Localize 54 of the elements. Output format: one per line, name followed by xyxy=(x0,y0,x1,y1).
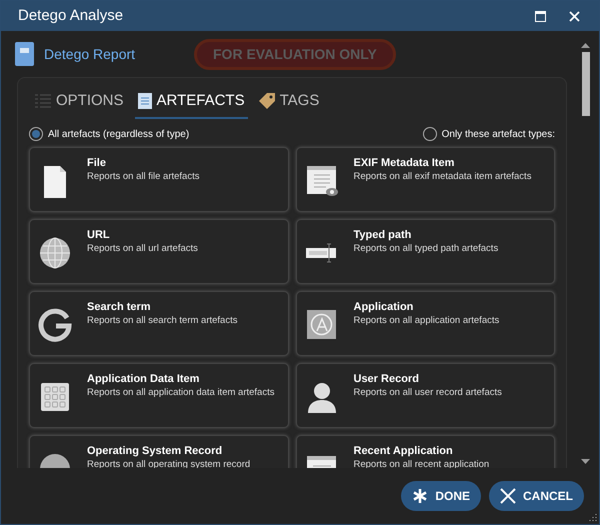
artefact-title: User Record xyxy=(354,372,420,386)
document-icon xyxy=(138,93,152,110)
cancel-button[interactable]: CANCEL xyxy=(489,481,584,511)
asterisk-icon xyxy=(412,488,428,504)
artefact-title: Recent Application xyxy=(354,444,454,458)
artefact-description: Reports on all typed path artefacts xyxy=(354,242,500,254)
document-eye-icon xyxy=(304,164,338,198)
scroll-up-icon[interactable] xyxy=(581,43,590,48)
artefact-description: Reports on all user record artefacts xyxy=(354,386,503,398)
tab[interactable]: ARTEFACTS xyxy=(134,90,248,118)
artefact-card[interactable]: Application Data Item Reports on all application data item artefacts xyxy=(29,362,288,428)
artefact-title: Search term xyxy=(87,300,152,314)
artefact-card[interactable]: File Reports on all file artefacts xyxy=(29,146,288,212)
artefact-card[interactable]: EXIF Metadata Item Reports on all exif metadata item artefacts xyxy=(296,146,555,212)
report-title: Detego Report xyxy=(44,44,136,64)
artefact-card[interactable]: Application Reports on all application artefacts xyxy=(296,290,555,356)
artefact-title: Application Data Item xyxy=(87,372,200,386)
artefact-description: Reports on all exif metadata item artefacts xyxy=(354,170,532,182)
artefact-title: Operating System Record xyxy=(87,444,224,458)
artefact-title: Application xyxy=(354,300,414,314)
resize-grip-icon[interactable] xyxy=(588,513,597,522)
scroll-thumb[interactable] xyxy=(582,52,590,116)
artefact-description: Reports on all application data item artefacts xyxy=(87,386,276,398)
close-icon xyxy=(500,488,516,504)
radio-button[interactable] xyxy=(422,127,437,141)
artefact-title: EXIF Metadata Item xyxy=(354,156,456,170)
close-icon[interactable] xyxy=(569,10,580,22)
radio-button[interactable] xyxy=(29,127,43,141)
window-title: Detego Analyse xyxy=(18,6,124,26)
maximize-icon[interactable] xyxy=(535,10,546,22)
tag-icon xyxy=(258,93,275,110)
artefact-description: Reports on all file artefacts xyxy=(87,170,200,182)
artefact-card[interactable]: URL Reports on all url artefacts xyxy=(29,218,288,284)
g-letter-icon xyxy=(38,308,72,342)
list-icon xyxy=(35,94,51,108)
globe-icon xyxy=(38,236,72,270)
done-button[interactable]: DONE xyxy=(401,481,481,511)
artefact-card[interactable]: User Record Reports on all user record artefacts xyxy=(296,362,555,428)
artefact-description: Reports on all application artefacts xyxy=(354,314,500,326)
evaluation-badge: FOR EVALUATION ONLY xyxy=(194,38,396,70)
report-book-icon xyxy=(14,42,34,66)
scroll-down-icon[interactable] xyxy=(581,459,590,464)
tab[interactable]: TAGS xyxy=(256,90,322,118)
artefact-title: Typed path xyxy=(354,228,412,242)
artefact-description: Reports on all search term artefacts xyxy=(87,314,238,326)
artefact-description: Reports on all url artefacts xyxy=(87,242,199,254)
tab[interactable]: OPTIONS xyxy=(32,90,127,118)
artefact-title: URL xyxy=(87,228,111,242)
artefact-card[interactable]: Search term Reports on all search term artefacts xyxy=(29,290,288,356)
radio-option[interactable]: Only these artefact types: xyxy=(422,126,555,142)
app-store-icon xyxy=(304,308,338,342)
artefact-card[interactable]: Typed path Reports on all typed path artefacts xyxy=(296,218,555,284)
radio-option[interactable]: All artefacts (regardless of type) xyxy=(29,126,190,142)
artefact-title: File xyxy=(87,156,107,170)
